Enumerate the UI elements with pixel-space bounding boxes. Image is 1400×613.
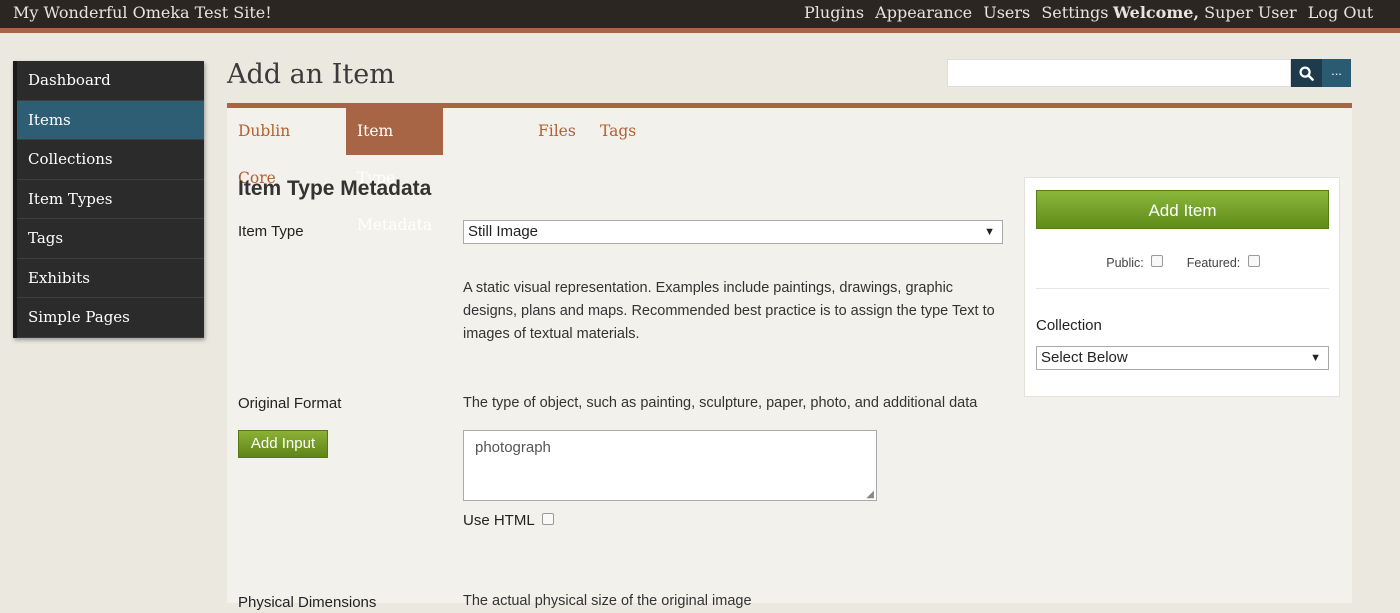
top-bar: My Wonderful Omeka Test Site! Plugins Ap…	[0, 0, 1400, 33]
nav-users[interactable]: Users	[983, 3, 1030, 22]
tab-tags[interactable]: Tags	[600, 108, 636, 155]
original-format-textarea[interactable]: photograph ◢	[463, 430, 877, 501]
sidebar-item-exhibits[interactable]: Exhibits	[17, 259, 204, 298]
original-format-description: The type of object, such as painting, sc…	[463, 395, 978, 411]
global-nav: Plugins Appearance Users Settings	[804, 3, 1115, 22]
item-type-description: A static visual representation. Examples…	[463, 280, 995, 342]
item-type-selected: Still Image	[468, 223, 539, 240]
dropdown-arrow-icon: ▼	[984, 226, 995, 238]
tab-dublin-core[interactable]: Dublin Core	[238, 108, 290, 187]
public-featured-row: Public: Featured:	[1025, 254, 1341, 270]
public-label: Public:	[1106, 256, 1144, 270]
use-html-label: Use HTML	[463, 512, 535, 529]
nav-plugins[interactable]: Plugins	[804, 3, 864, 22]
collection-selected: Select Below	[1041, 349, 1128, 366]
use-html-checkbox[interactable]	[542, 513, 555, 526]
section-heading: Item Type Metadata	[238, 177, 432, 200]
save-panel: Add Item Public: Featured: Collection Se…	[1024, 177, 1340, 397]
featured-label: Featured:	[1186, 256, 1241, 270]
sidebar-item-collections[interactable]: Collections	[17, 140, 204, 180]
advanced-search-button[interactable]: ...	[1322, 59, 1351, 87]
page-title: Add an Item	[227, 59, 395, 90]
use-html-row: Use HTML	[463, 512, 555, 529]
add-input-button[interactable]: Add Input	[238, 430, 328, 458]
site-title-link[interactable]: My Wonderful Omeka Test Site!	[13, 3, 272, 22]
search-icon	[1299, 65, 1314, 81]
user-nav: Welcome, Super User Log Out	[1113, 3, 1373, 22]
nav-settings[interactable]: Settings	[1041, 3, 1108, 22]
add-item-button[interactable]: Add Item	[1036, 190, 1329, 229]
collection-label: Collection	[1036, 317, 1102, 334]
sidebar-item-tags[interactable]: Tags	[17, 219, 204, 259]
logout-link[interactable]: Log Out	[1308, 3, 1373, 22]
sidebar-item-item-types[interactable]: Item Types	[17, 180, 204, 219]
tab-item-type-metadata[interactable]: Item Type Metadata	[346, 108, 444, 234]
original-format-label: Original Format	[238, 395, 342, 412]
main-content: Dublin Core Item Type Metadata Files Tag…	[227, 103, 1352, 611]
public-checkbox[interactable]	[1151, 254, 1164, 267]
sidebar-item-dashboard[interactable]: Dashboard	[17, 61, 204, 101]
physical-dimensions-label: Physical Dimensions	[238, 594, 377, 611]
sidebar-item-simple-pages[interactable]: Simple Pages	[17, 298, 204, 338]
user-name-link[interactable]: Super User	[1204, 3, 1297, 22]
welcome-text: Welcome,	[1113, 3, 1200, 22]
dropdown-arrow-icon: ▼	[1310, 352, 1321, 364]
original-format-value: photograph	[475, 439, 551, 456]
tab-files[interactable]: Files	[538, 108, 576, 155]
panel-divider	[1036, 288, 1329, 289]
sidebar-nav: Dashboard Items Collections Item Types T…	[13, 61, 204, 338]
sidebar-item-items[interactable]: Items	[17, 100, 204, 140]
featured-checkbox[interactable]	[1247, 254, 1260, 267]
item-type-label: Item Type	[238, 223, 304, 240]
collection-select[interactable]: Select Below ▼	[1036, 346, 1329, 370]
search-input[interactable]	[947, 59, 1291, 87]
nav-appearance[interactable]: Appearance	[875, 3, 972, 22]
item-type-select[interactable]: Still Image ▼	[463, 220, 1003, 244]
resize-handle-icon[interactable]: ◢	[866, 489, 874, 500]
search-button[interactable]	[1291, 59, 1322, 87]
physical-dimensions-description: The actual physical size of the original…	[463, 593, 752, 609]
